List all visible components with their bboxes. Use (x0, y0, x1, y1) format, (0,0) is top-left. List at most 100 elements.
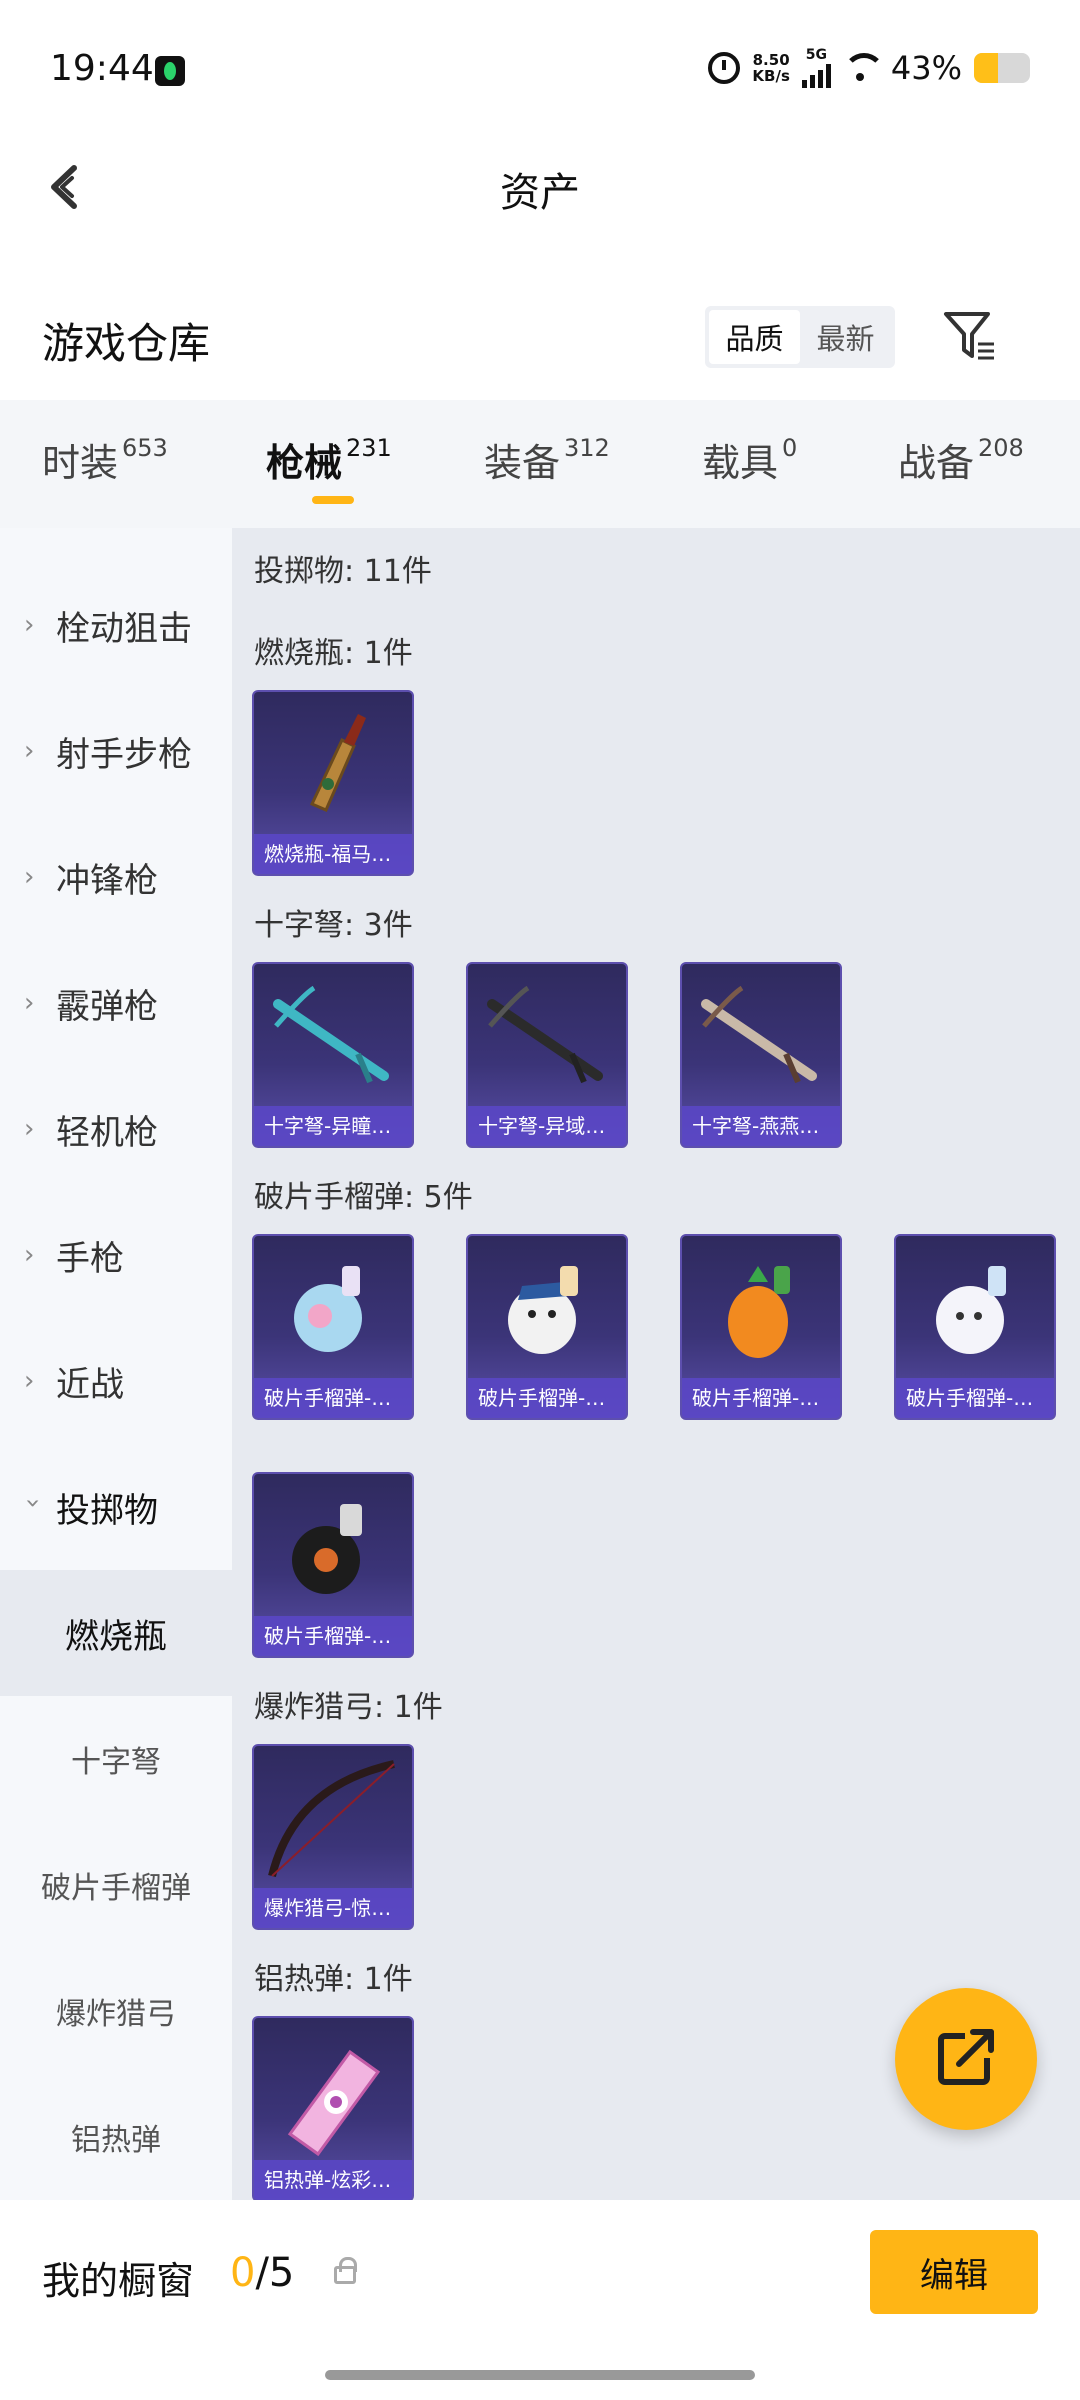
battery-fill (974, 53, 999, 83)
grenade-icon (294, 1266, 362, 1352)
tab-vehicles[interactable]: 载具 0 (702, 432, 797, 487)
tab-firearms[interactable]: 枪械 231 (266, 432, 392, 487)
nav-sub-thermite[interactable]: 铝热弹 (0, 2074, 232, 2200)
net-speed-unit: KB/s (752, 67, 790, 85)
item-content: 投掷物: 11件 燃烧瓶: 1件 燃烧瓶-福马… 十字弩: 3件 十字弩-异瞳…… (232, 528, 1080, 2200)
item-card[interactable]: 破片手榴弹-… (466, 1234, 628, 1420)
item-name: 燃烧瓶-福马… (254, 834, 412, 874)
item-card[interactable]: 爆炸猎弓-惊… (252, 1744, 414, 1930)
item-card[interactable]: 破片手榴弹-… (894, 1234, 1056, 1420)
nav-label: 冲锋枪 (56, 860, 158, 901)
item-name: 爆炸猎弓-惊… (254, 1888, 412, 1928)
chevron-right-icon: › (24, 736, 35, 766)
item-card[interactable]: 燃烧瓶-福马… (252, 690, 414, 876)
tab-label: 时装 (42, 441, 119, 485)
share-external-icon (938, 2028, 995, 2085)
chevron-right-icon: › (24, 1114, 35, 1144)
tab-count: 231 (346, 434, 392, 463)
alarm-icon (708, 52, 741, 84)
item-card[interactable]: 十字弩-燕燕… (680, 962, 842, 1148)
item-card[interactable]: 破片手榴弹-… (252, 1472, 414, 1658)
grenade-icon (292, 1504, 362, 1594)
item-name: 十字弩-异瞳… (254, 1106, 412, 1146)
home-indicator[interactable] (325, 2370, 755, 2380)
sort-toggle: 品质 最新 (705, 306, 895, 368)
item-card[interactable]: 破片手榴弹-… (252, 1234, 414, 1420)
chevron-down-icon: › (18, 1498, 48, 1509)
sort-newest-button[interactable]: 最新 (800, 310, 891, 364)
battery-percent: 43% (890, 49, 962, 87)
header: 资产 (0, 140, 1080, 270)
item-name: 破片手榴弹-… (896, 1378, 1054, 1418)
tab-count: 653 (122, 434, 168, 463)
group-header: 爆炸猎弓: 1件 (254, 1690, 443, 1725)
crossbow-icon (701, 985, 817, 1084)
nav-label: 轻机枪 (56, 1112, 158, 1153)
tab-fashion[interactable]: 时装 653 (42, 432, 168, 487)
tab-label: 载具 (702, 441, 779, 485)
item-card[interactable]: 十字弩-异瞳… (252, 962, 414, 1148)
signal-icon (801, 62, 831, 88)
group-header: 十字弩: 3件 (254, 908, 413, 943)
chevron-right-icon: › (24, 1240, 35, 1270)
chevron-right-icon: › (24, 610, 35, 640)
page-title: 资产 (500, 170, 580, 216)
nav-item-marksman-rifle[interactable]: › 射手步枪 (0, 688, 232, 814)
item-card[interactable]: 十字弩-异域… (466, 962, 628, 1148)
battery-icon (974, 53, 1030, 83)
nav-item-smg[interactable]: › 冲锋枪 (0, 814, 232, 940)
tab-label: 枪械 (266, 441, 343, 485)
tab-label: 装备 (484, 441, 561, 485)
nav-sub-frag-grenade[interactable]: 破片手榴弹 (0, 1822, 232, 1948)
share-button[interactable] (895, 1988, 1037, 2130)
item-name: 破片手榴弹-… (682, 1378, 840, 1418)
nav-sub-crossbow[interactable]: 十字弩 (0, 1696, 232, 1822)
item-card[interactable]: 破片手榴弹-… (680, 1234, 842, 1420)
nav-item-throwables[interactable]: › 投掷物 (0, 1444, 232, 1570)
nav-item-pistol[interactable]: › 手枪 (0, 1192, 232, 1318)
lock-icon (334, 2257, 357, 2284)
group-header: 燃烧瓶: 1件 (254, 636, 413, 671)
grenade-icon (936, 1266, 1006, 1354)
grenade-icon (728, 1266, 790, 1358)
chevron-right-icon: › (24, 1366, 35, 1396)
nav-label: 霰弹枪 (56, 986, 158, 1027)
tab-equipment[interactable]: 装备 312 (484, 432, 610, 487)
nav-item-shotgun[interactable]: › 霰弹枪 (0, 940, 232, 1066)
thermite-icon (287, 2049, 381, 2157)
section-title: 游戏仓库 (42, 319, 211, 368)
showcase-used: 0 (230, 2250, 256, 2296)
category-summary: 投掷物: 11件 (254, 554, 432, 589)
item-name: 铝热弹-炫彩… (254, 2160, 412, 2200)
nav-sub-explosive-bow[interactable]: 爆炸猎弓 (0, 1948, 232, 2074)
nav-item-melee[interactable]: › 近战 (0, 1318, 232, 1444)
net-speed: 8.50 KB/s (752, 52, 789, 84)
nav-sub-molotov[interactable]: 燃烧瓶 (0, 1570, 232, 1696)
nav-label: 射手步枪 (56, 734, 192, 775)
item-name: 十字弩-燕燕… (682, 1106, 840, 1146)
filter-icon[interactable] (940, 306, 1000, 366)
status-bar: 19:44 8.50 KB/s 5G 43% (0, 0, 1080, 140)
chevron-right-icon: › (24, 862, 35, 892)
active-tab-indicator (312, 496, 354, 504)
chevron-right-icon: › (24, 988, 35, 1018)
item-card[interactable]: 铝热弹-炫彩… (252, 2016, 414, 2200)
nav-item-lmg[interactable]: › 轻机枪 (0, 1066, 232, 1192)
item-name: 破片手榴弹-… (254, 1378, 412, 1418)
nav-label: 近战 (56, 1364, 124, 1405)
nav-label: 手枪 (56, 1238, 124, 1279)
grenade-icon (508, 1266, 578, 1354)
nav-label: 栓动狙击 (56, 608, 192, 649)
bow-icon (268, 1760, 395, 1877)
tab-count: 312 (564, 434, 610, 463)
nav-label: 投掷物 (56, 1490, 158, 1531)
tab-count: 0 (782, 434, 798, 463)
network-type: 5G (805, 47, 827, 63)
edit-button[interactable]: 编辑 (870, 2230, 1038, 2314)
sort-quality-button[interactable]: 品质 (709, 310, 800, 364)
tab-supplies[interactable]: 战备 208 (898, 432, 1024, 487)
nav-item-bolt-sniper[interactable]: › 栓动狙击 (0, 562, 232, 688)
showcase-label: 我的橱窗 (42, 2259, 195, 2303)
bottom-bar: 我的橱窗 0/5 编辑 (0, 2200, 1080, 2400)
net-speed-value: 8.50 (752, 51, 790, 69)
